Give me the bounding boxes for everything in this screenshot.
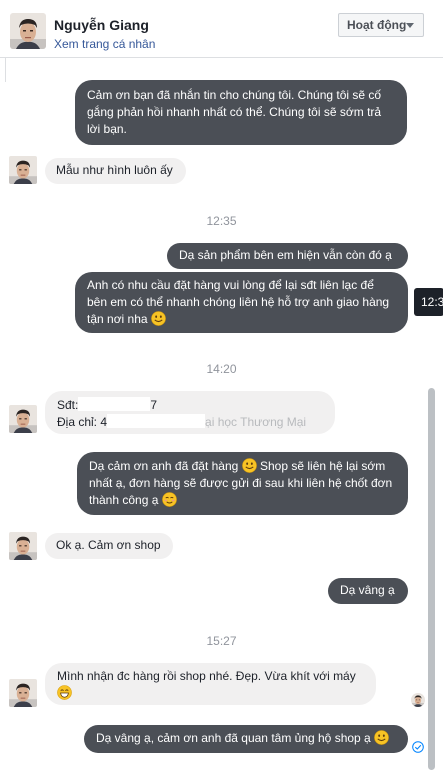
timestamp: 15:27 [206, 634, 237, 648]
emoji-smile-icon [151, 311, 166, 326]
message-text: Cảm ơn bạn đã nhắn tin cho chúng tôi. Ch… [87, 88, 382, 136]
emoji-smile-icon [242, 458, 257, 473]
view-profile-link[interactable]: Xem trang cá nhân [54, 37, 155, 51]
incoming-message[interactable]: Mẫu như hình luôn ấy [45, 158, 186, 184]
seen-avatar-icon [411, 693, 425, 707]
message-text: Dạ cảm ơn anh đã đặt hàng [89, 459, 239, 473]
redacted-phone [78, 397, 151, 411]
outgoing-message[interactable]: Cảm ơn bạn đã nhắn tin cho chúng tôi. Ch… [75, 80, 407, 145]
incoming-message[interactable]: Sđt: 7 Địa chỉ: 4 ại học Thương Mại [45, 391, 335, 434]
message-text: Anh có nhu cầu đặt hàng vui lòng để lại … [87, 278, 390, 326]
user-avatar-icon[interactable] [9, 532, 37, 560]
caret-down-icon [406, 23, 414, 28]
phone-label: Sđt: [57, 398, 79, 412]
outgoing-message[interactable]: Dạ sản phẩm bên em hiện vẫn còn đó ạ [167, 243, 408, 269]
chat-header: Nguyễn Giang Xem trang cá nhân Hoạt động [0, 0, 443, 58]
message-text: Dạ sản phẩm bên em hiện vẫn còn đó ạ [179, 248, 392, 262]
outgoing-message[interactable]: Dạ cảm ơn anh đã đặt hàng Shop sẽ liên h… [77, 452, 408, 515]
user-avatar-icon[interactable] [9, 156, 37, 184]
outgoing-message[interactable]: Dạ vâng ạ [328, 578, 408, 604]
phone-tail: 7 [150, 398, 158, 412]
outgoing-message[interactable]: Dạ vâng ạ, cảm ơn anh đã quan tâm ủng hộ… [84, 725, 408, 753]
sent-check-icon [412, 741, 424, 753]
scrollbar-thumb[interactable] [428, 388, 435, 770]
message-line: Địa chỉ: 4 ại học Thương Mại [57, 414, 323, 431]
message-text: Ok ạ. Cảm ơn shop [56, 538, 161, 552]
address-tail: ại học Thương Mại [205, 415, 307, 429]
redacted-address [107, 414, 206, 428]
message-text: Mẫu như hình luôn ấy [56, 163, 173, 177]
contact-name[interactable]: Nguyễn Giang [54, 17, 149, 33]
tooltip-text: 12:3 [421, 295, 443, 309]
message-text: Dạ vâng ạ [340, 583, 395, 597]
emoji-blush-icon [162, 492, 177, 507]
user-avatar-icon[interactable] [9, 679, 37, 707]
incoming-message[interactable]: Mình nhận đc hàng rồi shop nhé. Đẹp. Vừa… [45, 663, 376, 705]
emoji-grin-icon [57, 685, 72, 700]
time-tooltip: 12:3 [414, 288, 443, 316]
outgoing-message[interactable]: Anh có nhu cầu đặt hàng vui lòng để lại … [75, 272, 408, 333]
status-dropdown-button[interactable]: Hoạt động [338, 13, 424, 37]
message-line: Sđt: 7 [57, 397, 323, 414]
timestamp: 12:35 [206, 214, 237, 228]
user-avatar-icon[interactable] [10, 13, 46, 49]
user-avatar-icon[interactable] [9, 405, 37, 433]
panel-edge [0, 58, 6, 82]
emoji-smile-icon [374, 730, 389, 745]
timestamp: 14:20 [206, 362, 237, 376]
message-text: Dạ vâng ạ, cảm ơn anh đã quan tâm ủng hộ… [96, 731, 371, 745]
incoming-message[interactable]: Ok ạ. Cảm ơn shop [45, 533, 173, 559]
status-label: Hoạt động [347, 18, 407, 32]
message-text: Mình nhận đc hàng rồi shop nhé. Đẹp. Vừa… [57, 669, 356, 683]
address-label: Địa chỉ: 4 [57, 415, 108, 429]
